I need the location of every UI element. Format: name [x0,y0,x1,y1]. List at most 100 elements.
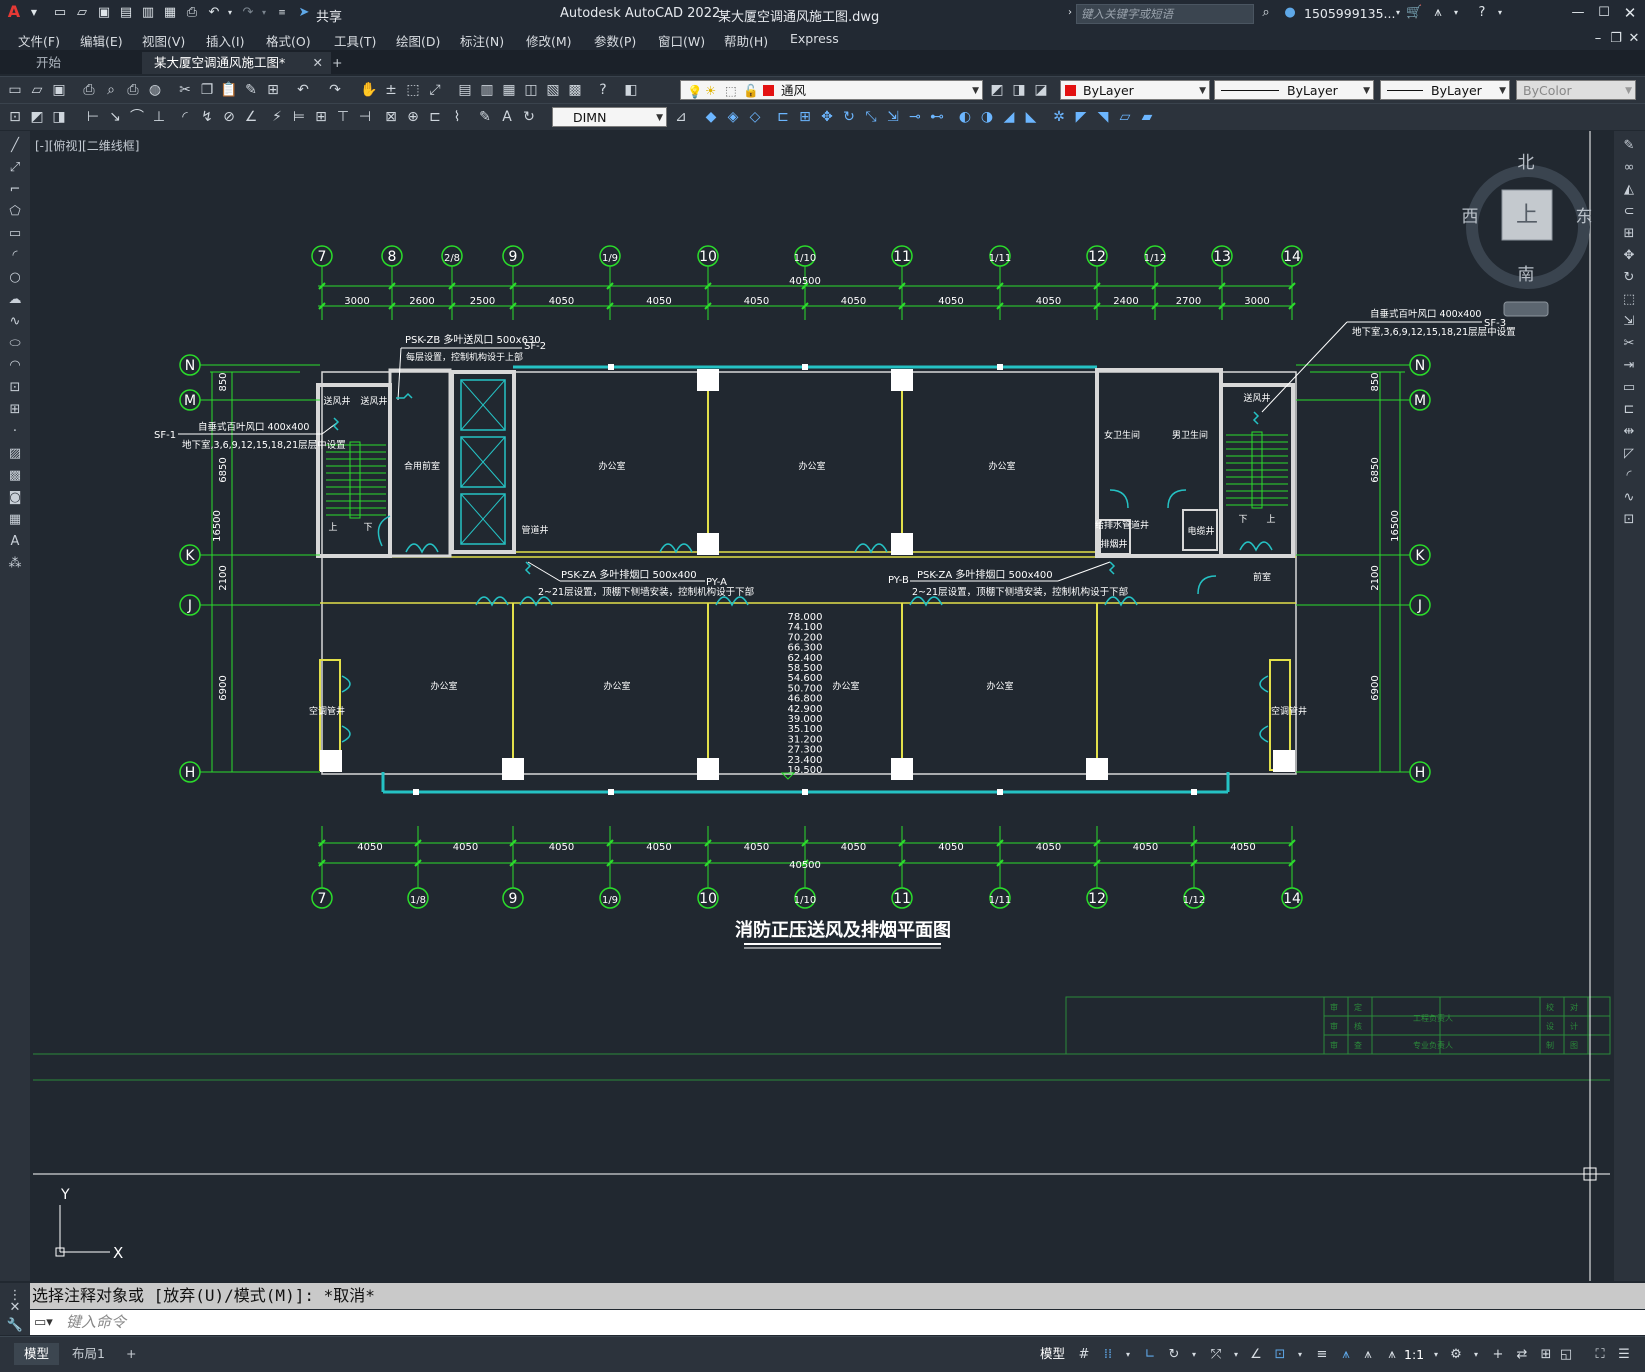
explode-icon[interactable]: ⊡ [1620,511,1638,529]
help-dropdown-icon[interactable]: ▾ [1492,5,1508,21]
menu-format[interactable]: 格式(O) [266,31,311,50]
paste-icon[interactable]: 📋 [220,81,238,99]
customization-menu-icon[interactable]: ☰ [1614,1345,1634,1365]
menu-dimension[interactable]: 标注(N) [460,31,504,50]
autodesk-app-icon[interactable]: ⩚ [1430,5,1446,21]
chamfer-icon[interactable]: ◢ [1000,108,1018,126]
hatch-icon[interactable]: ▨ [6,445,24,463]
dim-text-edit-icon[interactable]: A [498,108,516,126]
save-web-icon[interactable]: ▦ [162,5,178,21]
center-mark-icon[interactable]: ⊕ [404,108,422,126]
point-icon[interactable]: · [6,423,24,441]
erase-icon[interactable]: ✎ [1620,137,1638,155]
rectangle-icon[interactable]: ▭ [6,225,24,243]
layer-dropdown[interactable]: 💡 ☀ ⬚ 🔓 通风 ▼ [680,80,983,100]
polygon-icon[interactable]: ⬠ [6,203,24,221]
break-point-icon[interactable]: ▭ [1620,379,1638,397]
align-icon[interactable]: ◥ [1094,108,1112,126]
polyline-icon[interactable]: ⌐ [6,181,24,199]
lineweight-dropdown[interactable]: ByLayer ▼ [1380,80,1510,100]
save-icon[interactable]: ▣ [50,81,68,99]
save-icon[interactable]: ▣ [96,5,112,21]
osnap-icon[interactable]: ⊡ [1270,1345,1290,1365]
menu-parametric[interactable]: 参数(P) [594,31,636,50]
copy-icon[interactable]: ❐ [198,81,216,99]
menu-tools[interactable]: 工具(T) [334,31,376,50]
dim-space-icon[interactable]: ⊤ [334,108,352,126]
make-current-icon[interactable]: ◩ [988,81,1006,99]
dim-angular-icon[interactable]: ∠ [242,108,260,126]
gradient-icon[interactable]: ▩ [6,467,24,485]
workspace-dropdown-icon[interactable]: ▾ [1466,1345,1486,1365]
scale-icon[interactable]: ⬚ [1620,291,1638,309]
command-input[interactable]: ▭▾ 键入命令 [30,1310,1645,1335]
copy-obj-icon[interactable]: ◈ [724,108,742,126]
insert-block-icon[interactable]: ⊡ [6,379,24,397]
user-name[interactable]: 1505999135... [1304,6,1395,21]
menu-help[interactable]: 帮助(H) [724,31,768,50]
dimstyle-dropdown[interactable]: DIMN ▼ [552,107,667,127]
blend-icon[interactable]: ∿ [1620,489,1638,507]
zoom-previous-icon[interactable]: ⤢ [426,81,444,99]
blend-icon[interactable]: ◤ [1072,108,1090,126]
help-icon[interactable]: ? [1474,5,1490,21]
print-icon[interactable]: ⎙ [184,5,200,21]
customize-icon[interactable]: 🔧 [6,1317,24,1335]
ellipse-icon[interactable]: ⬭ [6,335,24,353]
move-icon[interactable]: ✥ [1620,247,1638,265]
block-editor-icon[interactable]: ⊞ [264,81,282,99]
extend-icon[interactable]: ⇥ [1620,357,1638,375]
array-icon[interactable]: ⊞ [796,108,814,126]
stretch-icon[interactable]: ⇲ [1620,313,1638,331]
grid-icon[interactable]: # [1074,1345,1094,1365]
dim-break-icon[interactable]: ⊣ [356,108,374,126]
break-icon[interactable]: ⊏ [1620,401,1638,419]
user-dropdown-icon[interactable]: ▾ [1390,5,1406,21]
search-input[interactable]: 键入关键字或短语 [1076,4,1254,24]
open-web-icon[interactable]: ▥ [140,5,156,21]
snap-dropdown-icon[interactable]: ▾ [1118,1345,1138,1365]
isodraft-icon[interactable]: ⤱ [1206,1345,1226,1365]
move-icon[interactable]: ✥ [818,108,836,126]
open-file-icon[interactable]: ▱ [74,5,90,21]
menu-file[interactable]: 文件(F) [18,31,60,50]
dim-edit-icon[interactable]: ✎ [476,108,494,126]
circle-icon[interactable]: ○ [6,269,24,287]
snap-icon[interactable]: ⁞⁞ [1098,1345,1118,1365]
arc-icon[interactable]: ◜ [6,247,24,265]
undo-icon[interactable]: ↶ [206,5,222,21]
jog-line-icon[interactable]: ⌇ [448,108,466,126]
close-icon[interactable]: ✕ [1622,5,1638,21]
markup-icon[interactable]: ▧ [544,81,562,99]
customize-qat-icon[interactable]: ≡ [274,5,290,21]
scale-value[interactable]: 1:1 [1404,1344,1424,1366]
doc-restore-icon[interactable]: ❐ [1608,31,1624,47]
menu-express[interactable]: Express [790,31,839,46]
viewcube[interactable]: 上 北 南 西 东 [1462,153,1593,317]
properties-icon[interactable]: ▤ [456,81,474,99]
offset-icon[interactable]: ⊏ [774,108,792,126]
dim-arc-icon[interactable]: ⌒ [128,108,146,126]
preview-icon[interactable]: ⌕ [102,81,120,99]
menu-window[interactable]: 窗口(W) [658,31,705,50]
otrack-icon[interactable]: ∠ [1246,1345,1266,1365]
menu-edit[interactable]: 编辑(E) [80,31,123,50]
new-tab-button[interactable]: + [320,52,354,74]
dim-linear-icon[interactable]: ⊢ [84,108,102,126]
spline-icon[interactable]: ∿ [6,313,24,331]
lengthen-icon[interactable]: ▱ [1116,108,1134,126]
layer-previous-icon[interactable]: ◨ [1010,81,1028,99]
undo-dropdown-icon[interactable]: ▾ [222,5,238,21]
trim-icon[interactable]: ⊸ [906,108,924,126]
tolerance-icon[interactable]: ⊠ [382,108,400,126]
scale-icon[interactable]: ⤡ [862,108,880,126]
user-icon[interactable]: ● [1282,5,1298,21]
menu-modify[interactable]: 修改(M) [526,31,572,50]
layer-iso-icon[interactable]: ◩ [28,108,46,126]
tab-layout1[interactable]: 布局1 [62,1343,115,1365]
dim-continue-icon[interactable]: ⊞ [312,108,330,126]
dim-diameter-icon[interactable]: ⊘ [220,108,238,126]
menu-draw[interactable]: 绘图(D) [396,31,440,50]
fillet-icon[interactable]: ◜ [1620,467,1638,485]
doc-close-icon[interactable]: ✕ [1626,31,1642,47]
